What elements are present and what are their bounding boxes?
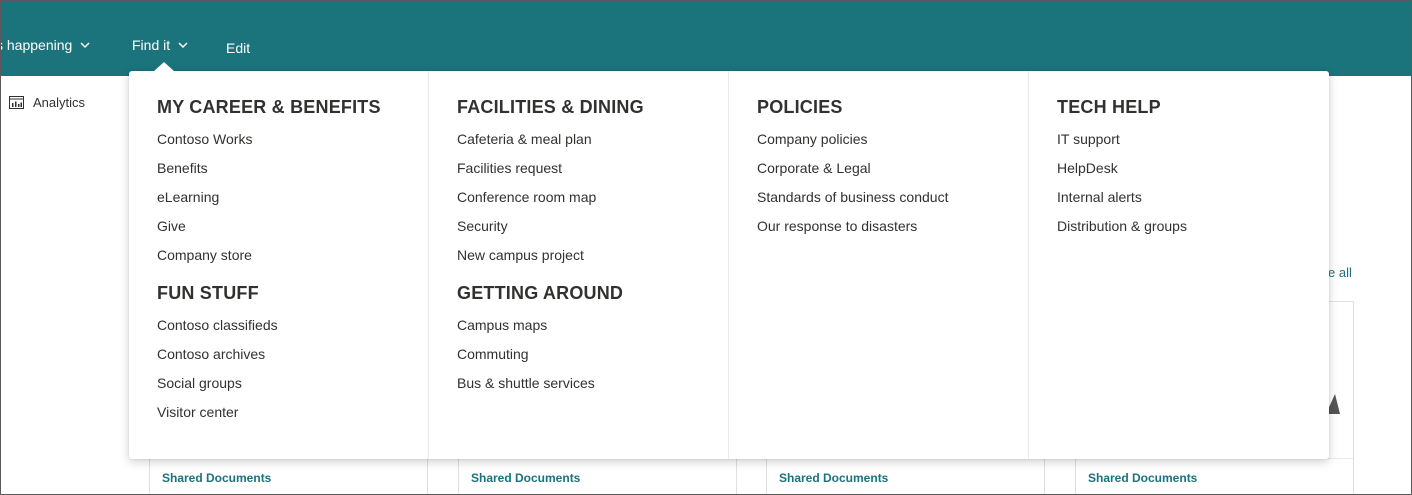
nav-item-find-it[interactable]: Find it (132, 37, 188, 53)
mega-menu-section: FACILITIES & DINING Cafeteria & meal plan… (457, 96, 728, 270)
mega-menu-section: MY CAREER & BENEFITS Contoso Works Benefit… (157, 96, 428, 270)
mega-menu-link[interactable]: Contoso Works (157, 125, 428, 154)
mega-menu-link[interactable]: Contoso classifieds (157, 311, 428, 340)
mega-menu-link[interactable]: Visitor center (157, 398, 428, 427)
nav-item-label: Find it (132, 37, 171, 53)
mega-menu-link[interactable]: Corporate & Legal (757, 154, 1028, 183)
top-nav-bar: s happening Find it Edit (0, 0, 1412, 76)
mega-menu-link[interactable]: Benefits (157, 154, 428, 183)
card-footer: Shared Documents (1076, 458, 1353, 495)
card-library-link[interactable]: Shared Documents (779, 471, 888, 485)
mega-menu-section-heading[interactable]: MY CAREER & BENEFITS (157, 96, 428, 118)
mega-menu-section-heading[interactable]: GETTING AROUND (457, 282, 728, 304)
nav-item-label: Edit (226, 40, 251, 56)
mega-menu-link[interactable]: Distribution & groups (1057, 212, 1329, 241)
mega-menu-link[interactable]: Security (457, 212, 728, 241)
mega-menu-column: MY CAREER & BENEFITS Contoso Works Benefit… (129, 71, 429, 459)
mega-menu-link[interactable]: Standards of business conduct (757, 183, 1028, 212)
mega-menu-link[interactable]: Facilities request (457, 154, 728, 183)
mega-menu-link[interactable]: New campus project (457, 241, 728, 270)
card-library-link[interactable]: Shared Documents (162, 471, 271, 485)
mega-menu-section: TECH HELP IT support HelpDesk Internal aler… (1057, 96, 1329, 241)
chevron-down-icon (178, 41, 188, 48)
card-footer: Shared Documents (150, 458, 427, 495)
mega-menu-section: GETTING AROUND Campus maps Commuting Bus & … (457, 282, 728, 398)
analytics-icon (9, 96, 24, 109)
nav-item-edit[interactable]: Edit (226, 40, 250, 56)
mega-menu-link[interactable]: eLearning (157, 183, 428, 212)
mega-menu-link[interactable]: HelpDesk (1057, 154, 1329, 183)
mega-menu-column: POLICIES Company policies Corporate & Lega… (729, 71, 1029, 459)
chevron-down-icon (80, 41, 90, 48)
mega-menu-link[interactable]: Bus & shuttle services (457, 369, 728, 398)
card-footer: Shared Documents (459, 458, 736, 495)
leftnav-item-analytics[interactable]: Analytics (9, 95, 85, 110)
leftnav-item-label: Analytics (33, 95, 86, 110)
mega-menu-link[interactable]: Social groups (157, 369, 428, 398)
mega-menu-link[interactable]: Conference room map (457, 183, 728, 212)
card-footer: Shared Documents (767, 458, 1044, 495)
mega-menu-section: POLICIES Company policies Corporate & Lega… (757, 96, 1028, 241)
mega-menu-link[interactable]: Campus maps (457, 311, 728, 340)
mega-menu-link[interactable]: Company policies (757, 125, 1028, 154)
mega-menu-section-heading[interactable]: POLICIES (757, 96, 1028, 118)
see-all-link[interactable]: e all (1328, 265, 1352, 280)
card-library-link[interactable]: Shared Documents (471, 471, 580, 485)
mega-menu: MY CAREER & BENEFITS Contoso Works Benefit… (129, 71, 1329, 459)
mega-menu-column: TECH HELP IT support HelpDesk Internal aler… (1029, 71, 1329, 459)
mega-menu-section-heading[interactable]: FACILITIES & DINING (457, 96, 728, 118)
mega-menu-link[interactable]: Commuting (457, 340, 728, 369)
mega-menu-link[interactable]: Our response to disasters (757, 212, 1028, 241)
mega-menu-link[interactable]: Company store (157, 241, 428, 270)
nav-item-label: s happening (0, 37, 73, 53)
mega-menu-section-heading[interactable]: TECH HELP (1057, 96, 1329, 118)
mega-menu-link[interactable]: Contoso archives (157, 340, 428, 369)
mega-menu-column: FACILITIES & DINING Cafeteria & meal plan… (429, 71, 729, 459)
card-library-link[interactable]: Shared Documents (1088, 471, 1197, 485)
mega-menu-section-heading[interactable]: FUN STUFF (157, 282, 428, 304)
mega-menu-link[interactable]: Internal alerts (1057, 183, 1329, 212)
mega-menu-caret (153, 62, 175, 72)
mega-menu-link[interactable]: Cafeteria & meal plan (457, 125, 728, 154)
mega-menu-link[interactable]: IT support (1057, 125, 1329, 154)
nav-item-whats-happening[interactable]: s happening (0, 37, 90, 53)
mega-menu-link[interactable]: Give (157, 212, 428, 241)
mega-menu-section: FUN STUFF Contoso classifieds Contoso arch… (157, 282, 428, 427)
